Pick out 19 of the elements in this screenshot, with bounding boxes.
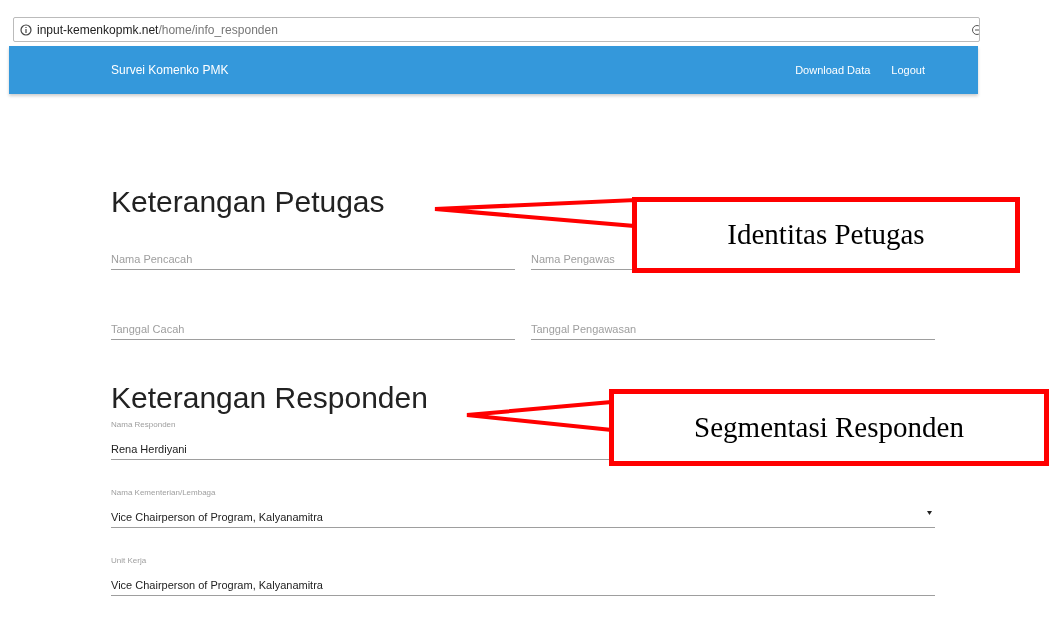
caret-icon — [927, 511, 932, 515]
input-field[interactable]: Rena Herdiyani — [111, 440, 187, 458]
field-label: Nama Kementerian/Lembaga — [111, 488, 216, 498]
input-field[interactable]: Nama Pencacah — [111, 250, 193, 268]
info-icon — [20, 23, 32, 36]
section-heading: Keterangan Responden — [111, 380, 428, 416]
input-field[interactable]: Nama Pengawas — [531, 250, 615, 268]
address-bar[interactable]: input-kemenkopmk.net/home/info_responden — [13, 17, 980, 42]
callout-text: Identitas Petugas — [727, 217, 925, 253]
url-text: input-kemenkopmk.net/home/info_responden — [37, 21, 278, 39]
select-field[interactable]: Vice Chairperson of Program, Kalyanamitra — [111, 508, 323, 526]
input-field[interactable]: Tanggal Cacah — [111, 320, 185, 338]
section-heading: Keterangan Petugas — [111, 184, 385, 220]
callout-text: Segmentasi Responden — [694, 409, 964, 445]
input-field[interactable]: Tanggal Pengawasan — [531, 320, 637, 338]
field-label: Unit Kerja — [111, 556, 147, 566]
input-field[interactable]: Vice Chairperson of Program, Kalyanamitra — [111, 576, 323, 594]
field-label: Nama Responden — [111, 420, 176, 430]
zoom-icon — [971, 23, 979, 36]
